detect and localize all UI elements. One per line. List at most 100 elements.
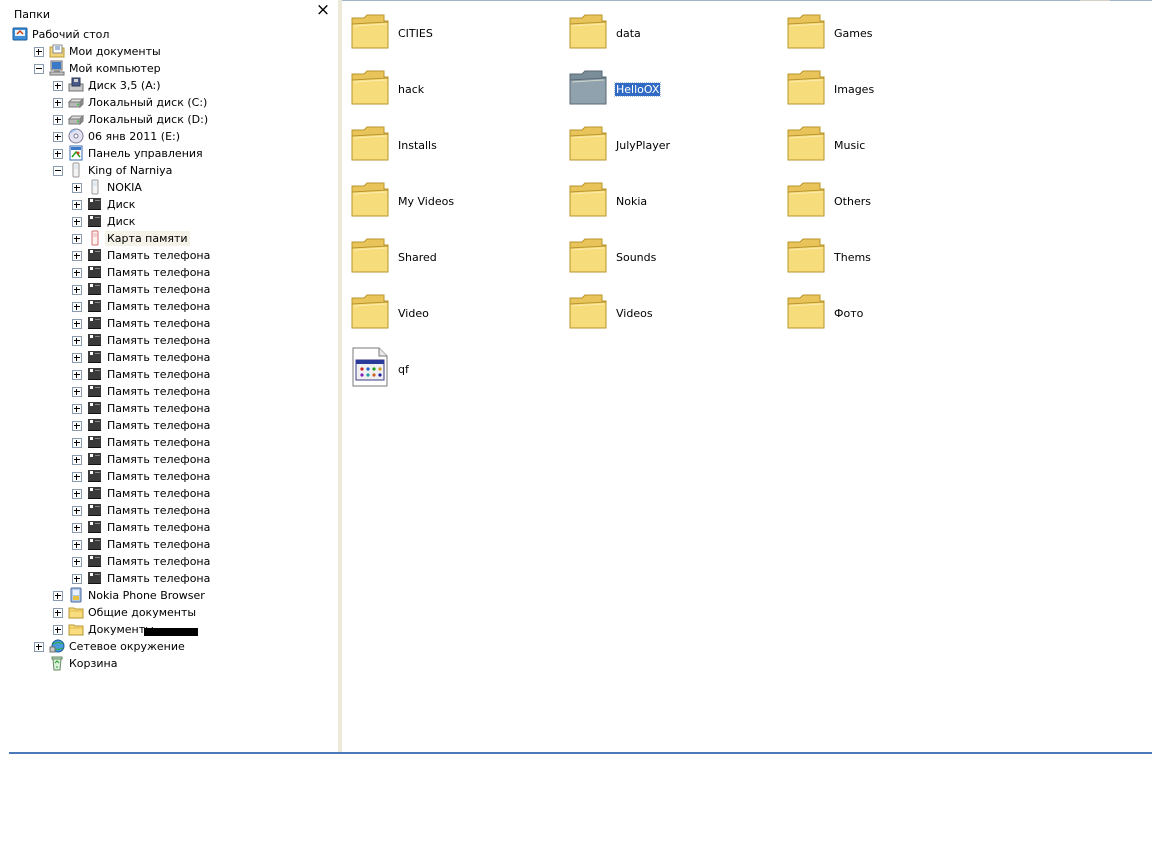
- tree-item[interactable]: Память телефона: [9, 434, 338, 451]
- tree-item[interactable]: Общие документы: [9, 604, 338, 621]
- folder-item[interactable]: Installs: [342, 115, 560, 171]
- tree-item[interactable]: Память телефона: [9, 281, 338, 298]
- tree-item[interactable]: Память телефона: [9, 332, 338, 349]
- tree-item[interactable]: Память телефона: [9, 502, 338, 519]
- tree-item[interactable]: Память телефона: [9, 570, 338, 587]
- expand-icon[interactable]: [72, 506, 82, 516]
- tree-item[interactable]: Мои документы: [9, 43, 338, 60]
- folder-item[interactable]: Shared: [342, 227, 560, 283]
- hard-drive-icon: [67, 111, 85, 127]
- expand-icon[interactable]: [53, 625, 63, 635]
- collapse-icon[interactable]: [34, 64, 44, 74]
- folder-item[interactable]: hack: [342, 59, 560, 115]
- expand-icon[interactable]: [72, 183, 82, 193]
- expand-icon[interactable]: [72, 370, 82, 380]
- tree-item[interactable]: Память телефона: [9, 400, 338, 417]
- tree-item[interactable]: Локальный диск (D:): [9, 111, 338, 128]
- folder-item[interactable]: Nokia: [560, 171, 778, 227]
- memory-card-icon: [87, 468, 103, 484]
- tree-item[interactable]: Память телефона: [9, 264, 338, 281]
- expand-icon[interactable]: [72, 404, 82, 414]
- folder-item[interactable]: My Videos: [342, 171, 560, 227]
- expand-icon[interactable]: [34, 642, 44, 652]
- expand-icon[interactable]: [53, 115, 63, 125]
- folder-item[interactable]: JulyPlayer: [560, 115, 778, 171]
- folder-item[interactable]: Others: [778, 171, 996, 227]
- tree-item[interactable]: Память телефона: [9, 485, 338, 502]
- tree-item[interactable]: Память телефона: [9, 383, 338, 400]
- expand-icon[interactable]: [53, 149, 63, 159]
- expand-icon[interactable]: [72, 268, 82, 278]
- tree-item[interactable]: Локальный диск (C:): [9, 94, 338, 111]
- file-item[interactable]: qf: [342, 339, 560, 395]
- tree-item[interactable]: Диск: [9, 196, 338, 213]
- expand-icon[interactable]: [34, 47, 44, 57]
- folder-icon: [350, 291, 390, 331]
- tree-item[interactable]: Память телефона: [9, 519, 338, 536]
- tree-item[interactable]: Nokia Phone Browser: [9, 587, 338, 604]
- expand-icon[interactable]: [72, 302, 82, 312]
- expand-icon[interactable]: [72, 438, 82, 448]
- folder-item[interactable]: data: [560, 3, 778, 59]
- tree-item[interactable]: Рабочий стол: [9, 26, 338, 43]
- tree-item[interactable]: Мой компьютер: [9, 60, 338, 77]
- folder-item[interactable]: CITIES: [342, 3, 560, 59]
- tree-item[interactable]: Память телефона: [9, 553, 338, 570]
- collapse-icon[interactable]: [53, 166, 63, 176]
- expand-icon[interactable]: [72, 523, 82, 533]
- expand-icon[interactable]: [72, 557, 82, 567]
- tree-item[interactable]: Корзина: [9, 655, 338, 672]
- tree-item[interactable]: Память телефона: [9, 536, 338, 553]
- tree-item[interactable]: Память телефона: [9, 468, 338, 485]
- folder-item[interactable]: Video: [342, 283, 560, 339]
- folder-item[interactable]: Sounds: [560, 227, 778, 283]
- folder-item[interactable]: HelloOX: [560, 59, 778, 115]
- expand-icon[interactable]: [72, 200, 82, 210]
- expand-icon[interactable]: [72, 421, 82, 431]
- folder-item[interactable]: Music: [778, 115, 996, 171]
- expand-icon[interactable]: [72, 217, 82, 227]
- expand-icon[interactable]: [53, 132, 63, 142]
- expand-icon[interactable]: [72, 489, 82, 499]
- expand-icon[interactable]: [72, 251, 82, 261]
- folder-item[interactable]: Games: [778, 3, 996, 59]
- expand-icon[interactable]: [72, 540, 82, 550]
- expand-icon[interactable]: [72, 455, 82, 465]
- tree-item[interactable]: Панель управления: [9, 145, 338, 162]
- tree-item[interactable]: Память телефона: [9, 298, 338, 315]
- expand-icon[interactable]: [72, 472, 82, 482]
- expand-icon[interactable]: [53, 98, 63, 108]
- tree-item[interactable]: NOKIA: [9, 179, 338, 196]
- tree-item[interactable]: 06 янв 2011 (E:): [9, 128, 338, 145]
- folder-icon: [568, 11, 608, 51]
- tree-item[interactable]: Память телефона: [9, 315, 338, 332]
- folder-item[interactable]: Images: [778, 59, 996, 115]
- tree-item[interactable]: Память телефона: [9, 366, 338, 383]
- my-documents-icon: [49, 43, 65, 59]
- tree-item[interactable]: Сетевое окружение: [9, 638, 338, 655]
- tree-item[interactable]: Память телефона: [9, 247, 338, 264]
- expand-icon[interactable]: [72, 234, 82, 244]
- expand-icon[interactable]: [72, 574, 82, 584]
- close-icon[interactable]: ×: [314, 2, 332, 20]
- folder-item[interactable]: Thems: [778, 227, 996, 283]
- folder-item[interactable]: Videos: [560, 283, 778, 339]
- tree-item[interactable]: Память телефона: [9, 451, 338, 468]
- folder-item[interactable]: Фото: [778, 283, 996, 339]
- expand-icon[interactable]: [53, 608, 63, 618]
- expand-icon[interactable]: [53, 81, 63, 91]
- tree-item[interactable]: Диск 3,5 (A:): [9, 77, 338, 94]
- tree-item[interactable]: Карта памяти: [9, 230, 338, 247]
- expand-icon[interactable]: [53, 591, 63, 601]
- memory-card-icon: [87, 400, 103, 416]
- tree-item[interactable]: King of Narniya: [9, 162, 338, 179]
- expand-icon[interactable]: [72, 336, 82, 346]
- expand-icon[interactable]: [72, 319, 82, 329]
- item-label: Images: [834, 83, 875, 96]
- tree-item[interactable]: Диск: [9, 213, 338, 230]
- tree-item[interactable]: Память телефона: [9, 417, 338, 434]
- expand-icon[interactable]: [72, 285, 82, 295]
- tree-item[interactable]: Память телефона: [9, 349, 338, 366]
- expand-icon[interactable]: [72, 353, 82, 363]
- expand-icon[interactable]: [72, 387, 82, 397]
